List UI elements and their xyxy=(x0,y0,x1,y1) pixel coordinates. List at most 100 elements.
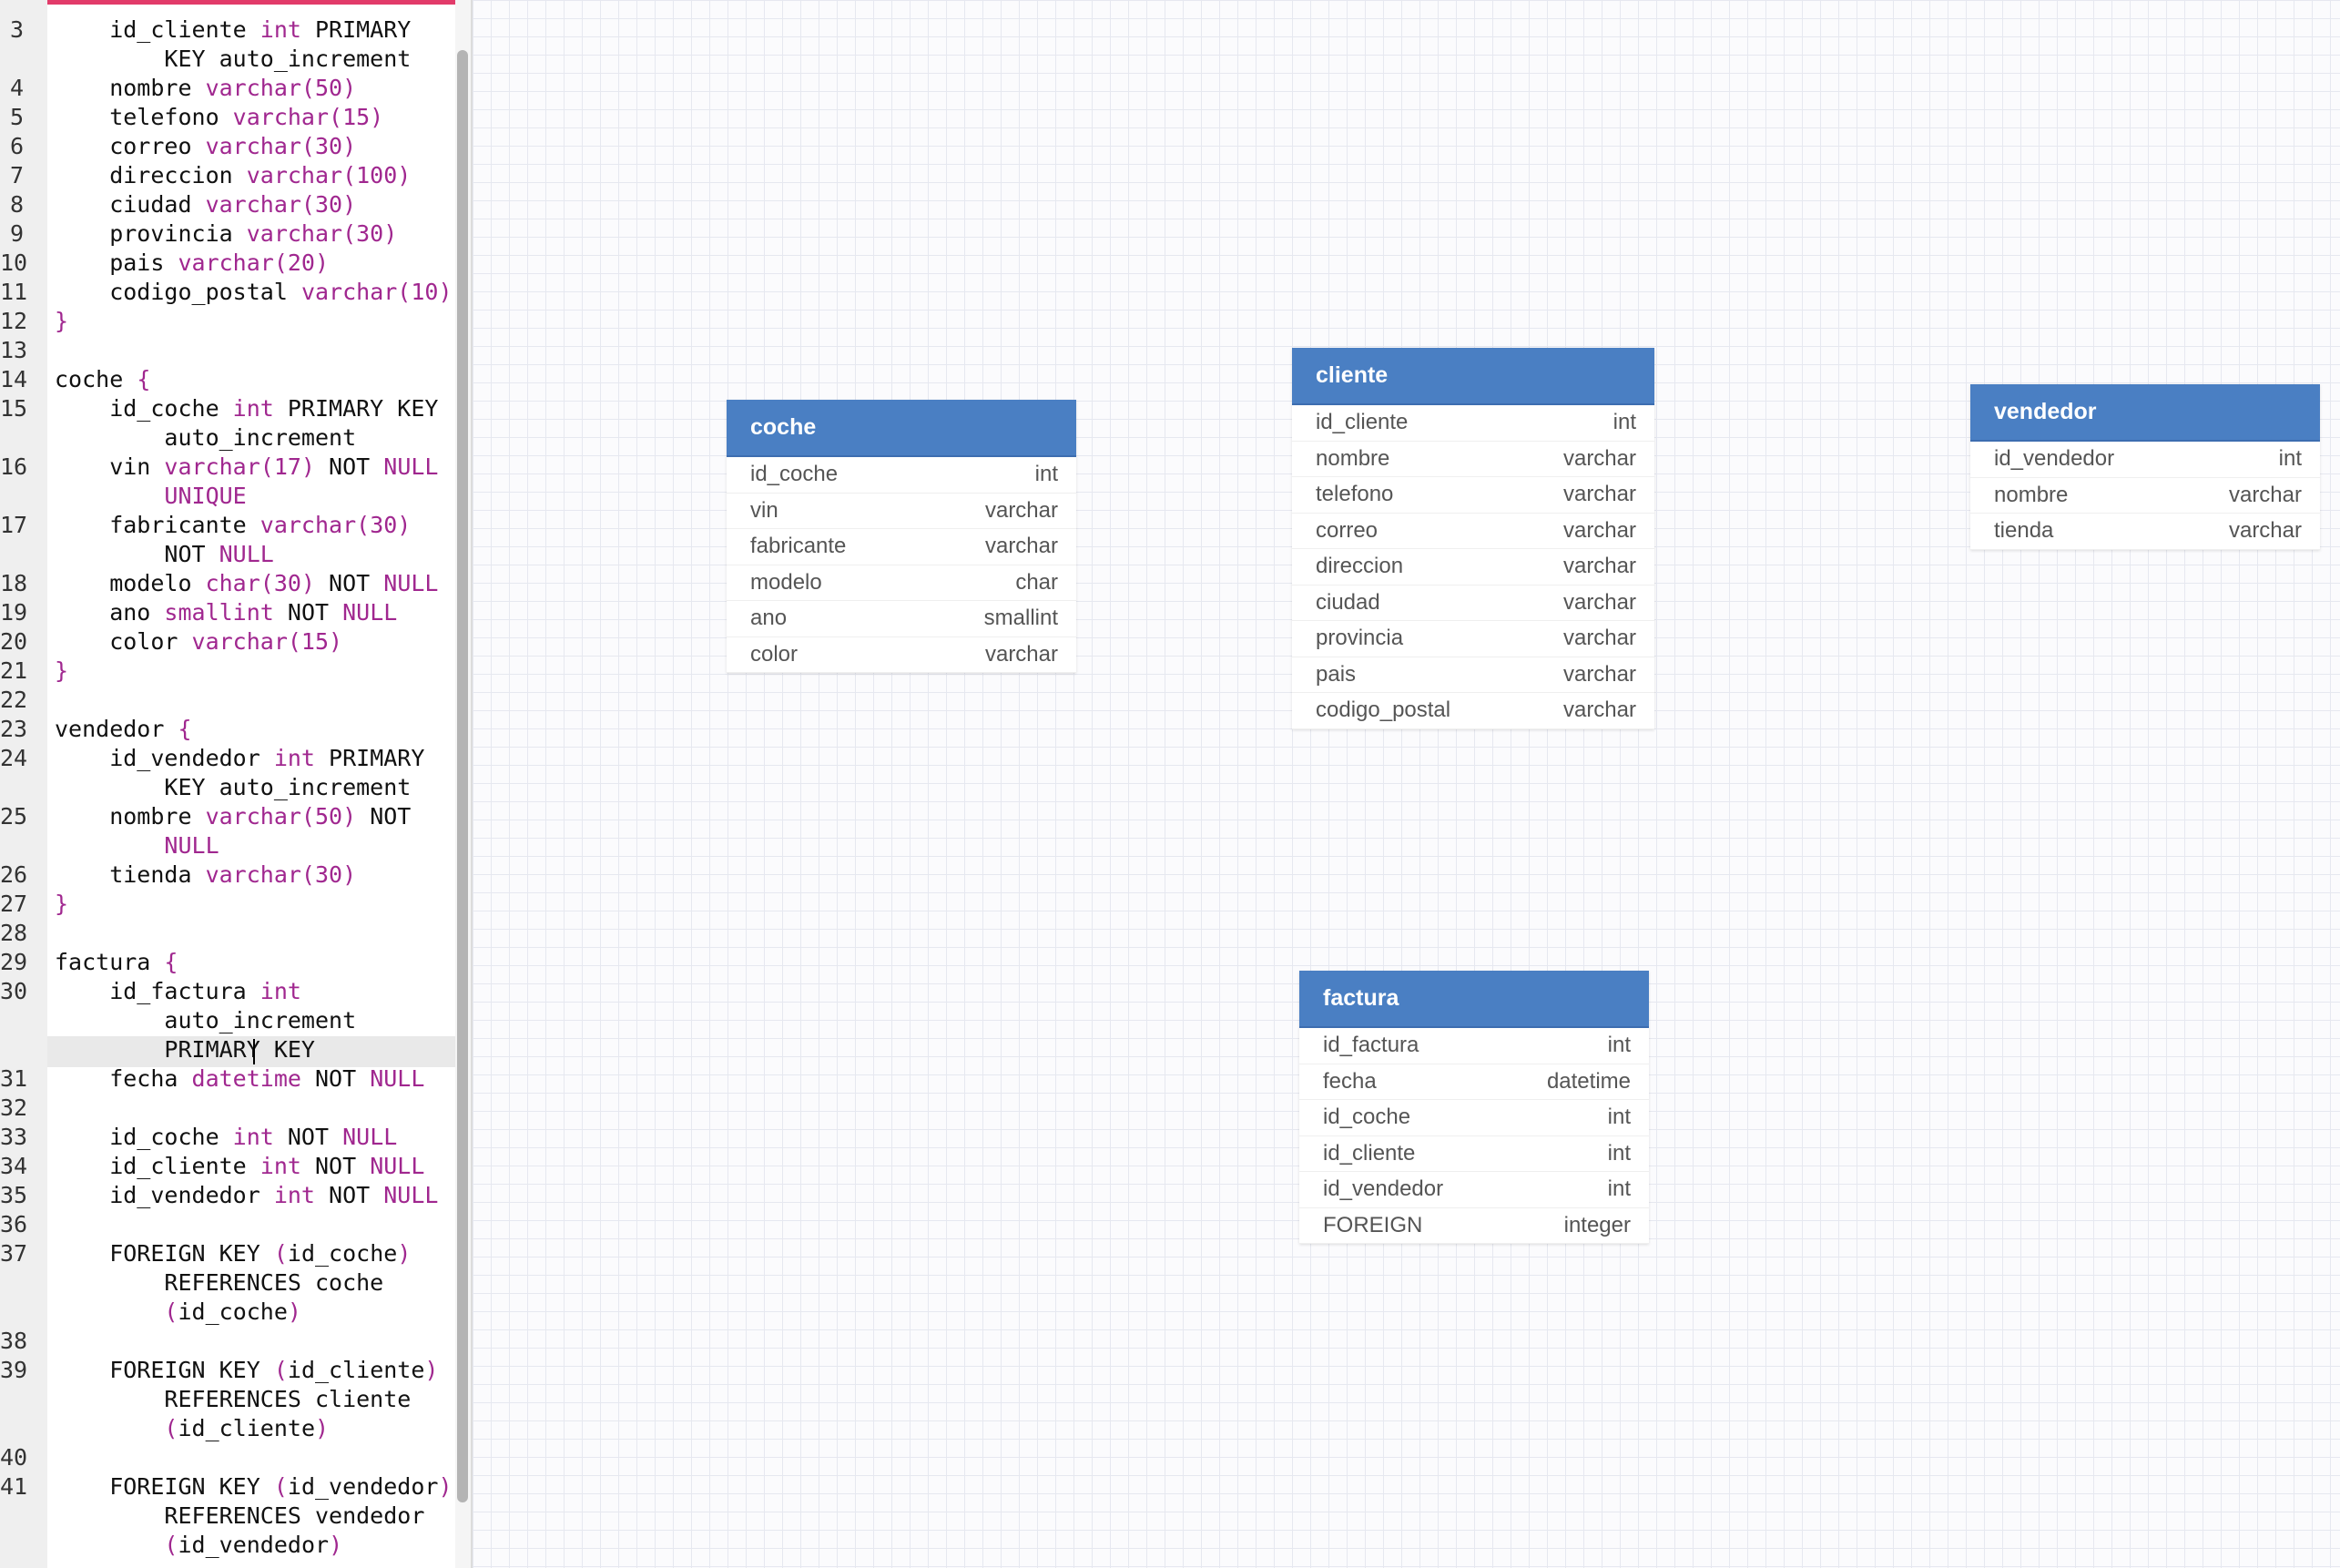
code-line[interactable]: codigo_postal varchar(10) xyxy=(55,278,452,307)
code-line[interactable]: vendedor { xyxy=(55,715,192,744)
table-header[interactable]: factura xyxy=(1299,971,1649,1028)
code-line[interactable]: REFERENCES cliente xyxy=(55,1385,411,1414)
code-line[interactable]: color varchar(15) xyxy=(55,627,342,657)
code-line[interactable]: nombre varchar(50) xyxy=(55,74,356,103)
column-name: direccion xyxy=(1316,554,1404,579)
code-line[interactable]: fecha datetime NOT NULL xyxy=(55,1064,424,1094)
code-line[interactable]: pais varchar(20) xyxy=(55,249,329,278)
column-type: varchar xyxy=(1562,445,1636,471)
code-line[interactable]: nombre varchar(50) NOT xyxy=(55,802,411,831)
code-line[interactable]: NOT NULL xyxy=(55,540,273,569)
code-line[interactable]: auto_increment xyxy=(55,423,356,453)
column-row[interactable]: ano smallint xyxy=(727,601,1076,637)
code-line[interactable]: FOREIGN KEY (id_vendedor) xyxy=(55,1472,452,1502)
column-row[interactable]: ciudad varchar xyxy=(1292,585,1654,621)
line-number: 15 xyxy=(0,395,28,422)
column-row[interactable]: modelo char xyxy=(727,565,1076,601)
code-line[interactable]: id_vendedor int NOT NULL xyxy=(55,1181,438,1210)
code-line[interactable]: (id_cliente) xyxy=(55,1414,329,1443)
table-header[interactable]: coche xyxy=(727,400,1076,457)
table-coche[interactable]: coche id_coche int vin varchar fabricante var… xyxy=(727,400,1076,673)
column-row[interactable]: id_cliente int xyxy=(1292,405,1654,442)
line-number: 7 xyxy=(9,162,24,188)
diagram-canvas[interactable]: coche id_coche int vin varchar fabricante var… xyxy=(473,0,2340,1568)
column-row[interactable]: nombre varchar xyxy=(1970,478,2320,514)
column-row[interactable]: tienda varchar xyxy=(1970,514,2320,550)
line-number: 24 xyxy=(0,745,28,771)
column-row[interactable]: id_vendedor int xyxy=(1970,442,2320,478)
column-row[interactable]: id_coche int xyxy=(727,457,1076,494)
code-line[interactable]: id_coche int NOT NULL xyxy=(55,1123,397,1152)
code-line[interactable]: coche { xyxy=(55,365,150,394)
code-line[interactable]: id_coche int PRIMARY KEY xyxy=(55,394,438,423)
column-row[interactable]: id_cliente int xyxy=(1299,1136,1649,1172)
column-row[interactable]: provincia varchar xyxy=(1292,621,1654,657)
table-cliente[interactable]: cliente id_cliente int nombre varchar telefo… xyxy=(1292,348,1654,729)
code-line[interactable]: UNIQUE xyxy=(55,482,246,511)
code-line[interactable]: id_cliente int NOT NULL xyxy=(55,1152,424,1181)
column-row[interactable]: FOREIGN integer xyxy=(1299,1208,1649,1244)
code-line[interactable]: telefono varchar(15) xyxy=(55,103,383,132)
code-line[interactable]: FOREIGN KEY (id_cliente) xyxy=(55,1356,438,1385)
line-number-gutter: 3 4 5 6 7 8 9 10 11 12 13 14 15 16 17 18 19 20 21 22 23 24 25 2… xyxy=(0,0,47,1568)
column-row[interactable]: correo varchar xyxy=(1292,514,1654,549)
code-line[interactable]: REFERENCES vendedor xyxy=(55,1502,424,1531)
code-line[interactable]: ano smallint NOT NULL xyxy=(55,598,397,627)
code-line[interactable]: (id_vendedor) xyxy=(55,1531,342,1560)
code-line[interactable]: auto_increment xyxy=(55,1006,356,1035)
table-factura[interactable]: factura id_factura int fecha datetime id_coc… xyxy=(1299,971,1649,1244)
table-header[interactable]: cliente xyxy=(1292,348,1654,405)
column-row[interactable]: vin varchar xyxy=(727,494,1076,529)
code-line[interactable]: vin varchar(17) NOT NULL xyxy=(55,453,438,482)
column-row[interactable]: nombre varchar xyxy=(1292,442,1654,477)
code-line[interactable]: } xyxy=(55,307,68,336)
column-name: id_cliente xyxy=(1323,1140,1416,1166)
line-number: 8 xyxy=(9,191,24,218)
code-line[interactable]: correo varchar(30) xyxy=(55,132,356,161)
code-line[interactable]: KEY auto_increment xyxy=(55,773,411,802)
column-row[interactable]: codigo_postal varchar xyxy=(1292,693,1654,729)
column-name: id_coche xyxy=(750,462,839,487)
code-line[interactable]: NULL xyxy=(55,831,219,860)
code-line[interactable]: tienda varchar(30) xyxy=(55,860,356,890)
table-header[interactable]: vendedor xyxy=(1970,384,2320,442)
column-name: ano xyxy=(750,606,788,631)
editor-scrollbar-thumb[interactable] xyxy=(457,50,468,1502)
code-line[interactable]: FOREIGN KEY (id_coche) xyxy=(55,1239,411,1268)
column-row[interactable]: fecha datetime xyxy=(1299,1064,1649,1100)
code-line[interactable]: id_vendedor int PRIMARY xyxy=(55,744,424,773)
code-line[interactable]: modelo char(30) NOT NULL xyxy=(55,569,438,598)
column-row[interactable]: pais varchar xyxy=(1292,657,1654,693)
code-line[interactable]: fabricante varchar(30) xyxy=(55,511,411,540)
code-line[interactable]: } xyxy=(55,657,68,686)
column-row[interactable]: id_factura int xyxy=(1299,1028,1649,1064)
code-line[interactable]: PRIMARY KEY xyxy=(55,1035,315,1064)
code-line[interactable]: direccion varchar(100) xyxy=(55,161,411,190)
column-type: varchar xyxy=(2228,482,2302,507)
column-row[interactable]: direccion varchar xyxy=(1292,549,1654,585)
code-line[interactable]: REFERENCES coche xyxy=(55,1268,383,1298)
column-row[interactable]: id_coche int xyxy=(1299,1100,1649,1136)
code-line[interactable]: id_factura int xyxy=(55,977,301,1006)
code-line[interactable]: (id_coche) xyxy=(55,1298,301,1327)
line-number: 27 xyxy=(0,891,28,917)
column-type: datetime xyxy=(1546,1068,1631,1094)
code-line[interactable]: factura { xyxy=(55,948,178,977)
code-editor[interactable]: 3 4 5 6 7 8 9 10 11 12 13 14 15 16 17 18 19 20 21 22 23 24 25 2… xyxy=(0,0,473,1568)
code-line[interactable]: KEY auto_increment xyxy=(55,45,411,74)
line-number: 39 xyxy=(0,1357,28,1383)
column-row[interactable]: telefono varchar xyxy=(1292,477,1654,514)
code-line[interactable]: id_cliente int PRIMARY xyxy=(55,15,411,45)
line-number: 25 xyxy=(0,803,28,830)
column-row[interactable]: color varchar xyxy=(727,637,1076,673)
column-row[interactable]: fabricante varchar xyxy=(727,529,1076,565)
table-vendedor[interactable]: vendedor id_vendedor int nombre varchar tien… xyxy=(1970,384,2320,550)
column-row[interactable]: id_vendedor int xyxy=(1299,1172,1649,1208)
editor-accent-bar xyxy=(0,0,471,5)
column-type: varchar xyxy=(1562,482,1636,507)
line-number: 9 xyxy=(9,220,24,247)
code-line[interactable]: } xyxy=(55,890,68,919)
code-line[interactable]: ciudad varchar(30) xyxy=(55,190,356,219)
line-number: 34 xyxy=(0,1153,28,1179)
code-line[interactable]: provincia varchar(30) xyxy=(55,219,397,249)
